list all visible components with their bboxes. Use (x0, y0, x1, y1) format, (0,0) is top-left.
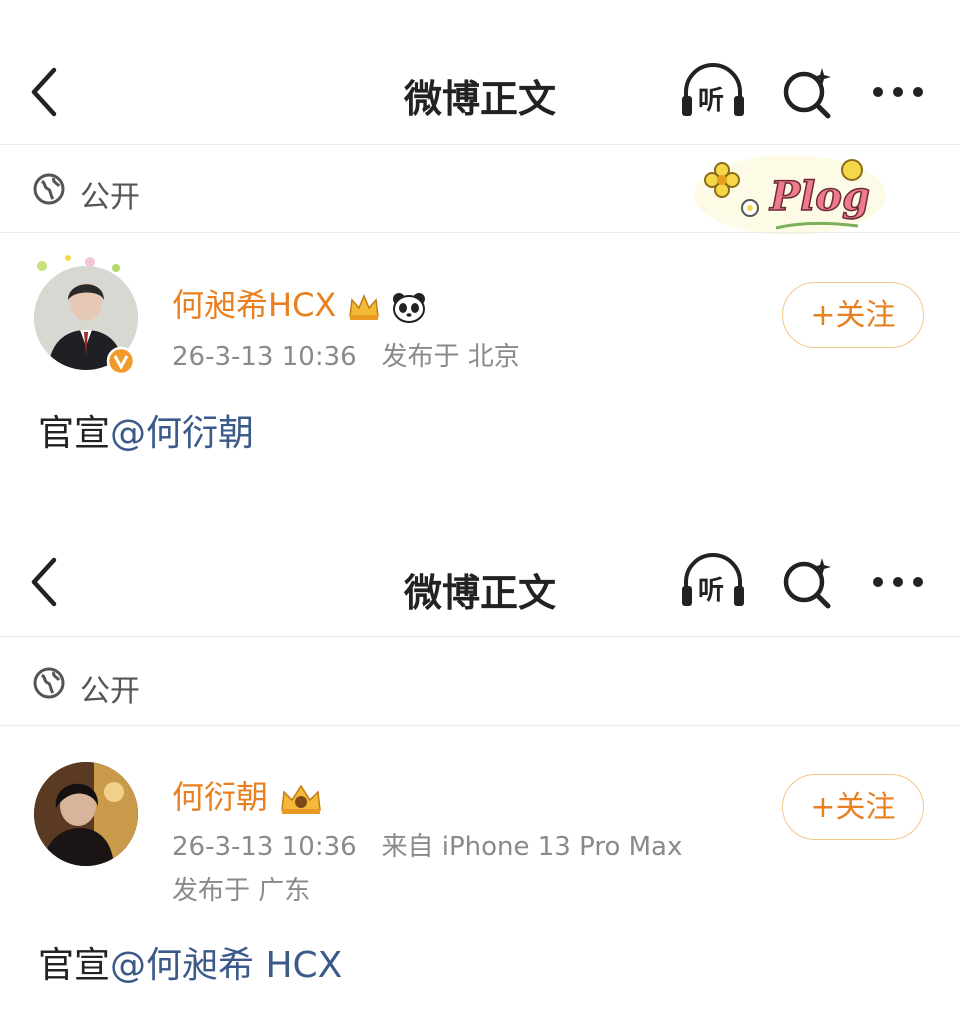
globe-icon (33, 667, 65, 699)
author-avatar[interactable] (34, 762, 138, 866)
verified-badge-icon (106, 346, 136, 376)
post-meta: 26-3-13 10:36 发布于 北京 (172, 336, 520, 373)
listen-button[interactable]: 听 (678, 552, 748, 612)
post-timestamp: 26-3-13 10:36 (172, 342, 357, 372)
panda-badge-icon (392, 293, 425, 323)
search-button[interactable] (778, 62, 838, 122)
nav-bar: 微博正文 听 (0, 40, 960, 140)
visibility-label: 公开 (80, 674, 140, 709)
visibility-row: 公开 (0, 638, 960, 726)
crown-badge-icon (281, 784, 322, 814)
listen-label: 听 (698, 576, 725, 606)
divider (0, 636, 960, 637)
smiley-icon (841, 159, 863, 181)
author-name[interactable]: 何昶希HCX (172, 280, 427, 326)
post-meta: 26-3-13 10:36 来自 iPhone 13 Pro Max (172, 826, 682, 863)
post-screen-2: 微博正文 听 公开 何衍朝 26-3-13 10:36 来自 iPhone 13… (0, 500, 960, 1016)
post-content: 官宣@何昶希 HCX (38, 936, 342, 988)
visibility-label: 公开 (80, 180, 140, 215)
divider (0, 232, 960, 233)
post-timestamp: 26-3-13 10:36 (172, 832, 357, 862)
more-dots-icon (873, 577, 923, 587)
divider (0, 144, 960, 145)
mention-link[interactable]: @何衍朝 (110, 413, 254, 454)
avatar-decoration-icon (37, 255, 120, 272)
post-location: 发布于 北京 (381, 342, 520, 372)
more-button[interactable] (868, 72, 928, 112)
post-location: 发布于 广东 (172, 876, 311, 906)
search-sparkle-icon (783, 558, 831, 609)
post-content: 官宣@何衍朝 (38, 404, 254, 456)
author-name[interactable]: 何衍朝 (172, 772, 324, 818)
plog-sticker: Plog (694, 155, 886, 235)
nav-bar: 微博正文 听 (0, 530, 960, 630)
globe-icon (33, 173, 65, 205)
post-source: 来自 iPhone 13 Pro Max (381, 832, 683, 862)
avatar-portrait (34, 762, 138, 866)
more-button[interactable] (868, 562, 928, 602)
listen-label: 听 (698, 86, 725, 116)
mention-link[interactable]: @何昶希 HCX (110, 945, 342, 986)
crown-badge-icon (348, 294, 379, 320)
listen-button[interactable]: 听 (678, 62, 748, 122)
content-text: 官宣 (38, 413, 111, 454)
divider (0, 725, 960, 726)
post-screen-1: 微博正文 听 公开 Plog 何昶希HCX 26-3-13 10:36 发布于 … (0, 0, 960, 500)
search-sparkle-icon (783, 68, 831, 119)
search-button[interactable] (778, 552, 838, 612)
content-text: 官宣 (38, 945, 111, 986)
follow-button[interactable]: +关注 (782, 774, 924, 840)
follow-button[interactable]: +关注 (782, 282, 924, 348)
more-dots-icon (873, 87, 923, 97)
